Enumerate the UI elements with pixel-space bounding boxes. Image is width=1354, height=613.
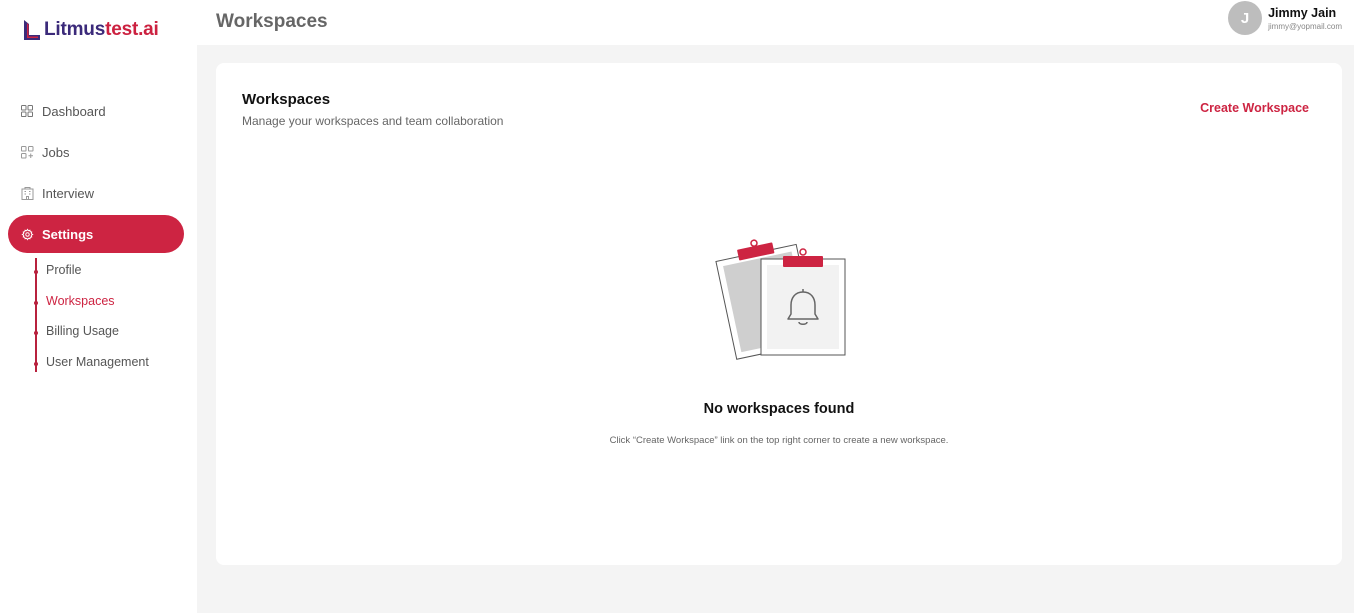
card-title: Workspaces (242, 91, 331, 108)
sidebar-item-dashboard[interactable]: Dashboard (8, 92, 184, 130)
subnav-line (35, 258, 37, 372)
sidebar: Litmustest.ai Dashboard Jobs Interview S… (0, 0, 197, 613)
logo-icon (24, 20, 40, 40)
gear-icon (20, 227, 34, 241)
logo-text-part2: test.ai (105, 19, 159, 40)
settings-subnav: Profile Workspaces Billing Usage User Ma… (34, 258, 185, 372)
subnav-dot (34, 362, 38, 366)
empty-state-title: No workspaces found (703, 401, 855, 417)
subnav-dot (34, 331, 38, 335)
subnav-dot (34, 301, 38, 305)
subnav-item-billing-usage[interactable]: Billing Usage (46, 324, 119, 338)
subnav-item-workspaces[interactable]: Workspaces (46, 294, 115, 308)
sidebar-item-jobs[interactable]: Jobs (8, 133, 184, 171)
user-name: Jimmy Jain (1268, 5, 1337, 20)
subnav-item-user-management[interactable]: User Management (46, 355, 149, 369)
user-email: jimmy@yopmail.com (1268, 21, 1342, 31)
subnav-dot (34, 270, 38, 274)
grid-icon (20, 104, 34, 118)
create-workspace-link[interactable]: Create Workspace (1200, 101, 1309, 115)
sidebar-item-label: Jobs (42, 144, 70, 160)
subnav-item-profile[interactable]: Profile (46, 263, 81, 277)
top-header: Workspaces J Jimmy Jain jimmy@yopmail.co… (197, 0, 1354, 45)
logo-text-part1: Litmus (44, 19, 106, 40)
sidebar-item-interview[interactable]: Interview (8, 174, 184, 212)
empty-state-description: Click “Create Workspace” link on the top… (609, 435, 949, 446)
brand-logo[interactable]: Litmustest.ai (21, 18, 159, 42)
user-menu[interactable]: J Jimmy Jain jimmy@yopmail.com (1228, 1, 1342, 35)
sidebar-item-label: Dashboard (42, 103, 106, 119)
grid-plus-icon (20, 145, 34, 159)
sidebar-item-label: Settings (42, 226, 94, 242)
sidebar-item-label: Interview (42, 185, 95, 201)
main-content: Workspaces Manage your workspaces and te… (197, 45, 1354, 613)
card-subtitle: Manage your workspaces and team collabor… (242, 114, 504, 128)
clipboard-bell-icon (715, 239, 846, 360)
avatar[interactable]: J (1228, 1, 1263, 35)
building-icon (20, 186, 34, 200)
page-title: Workspaces (216, 11, 328, 32)
user-info: Jimmy Jain jimmy@yopmail.com (1268, 6, 1342, 31)
workspaces-card: Workspaces Manage your workspaces and te… (216, 63, 1342, 565)
sidebar-item-settings[interactable]: Settings (8, 215, 184, 253)
